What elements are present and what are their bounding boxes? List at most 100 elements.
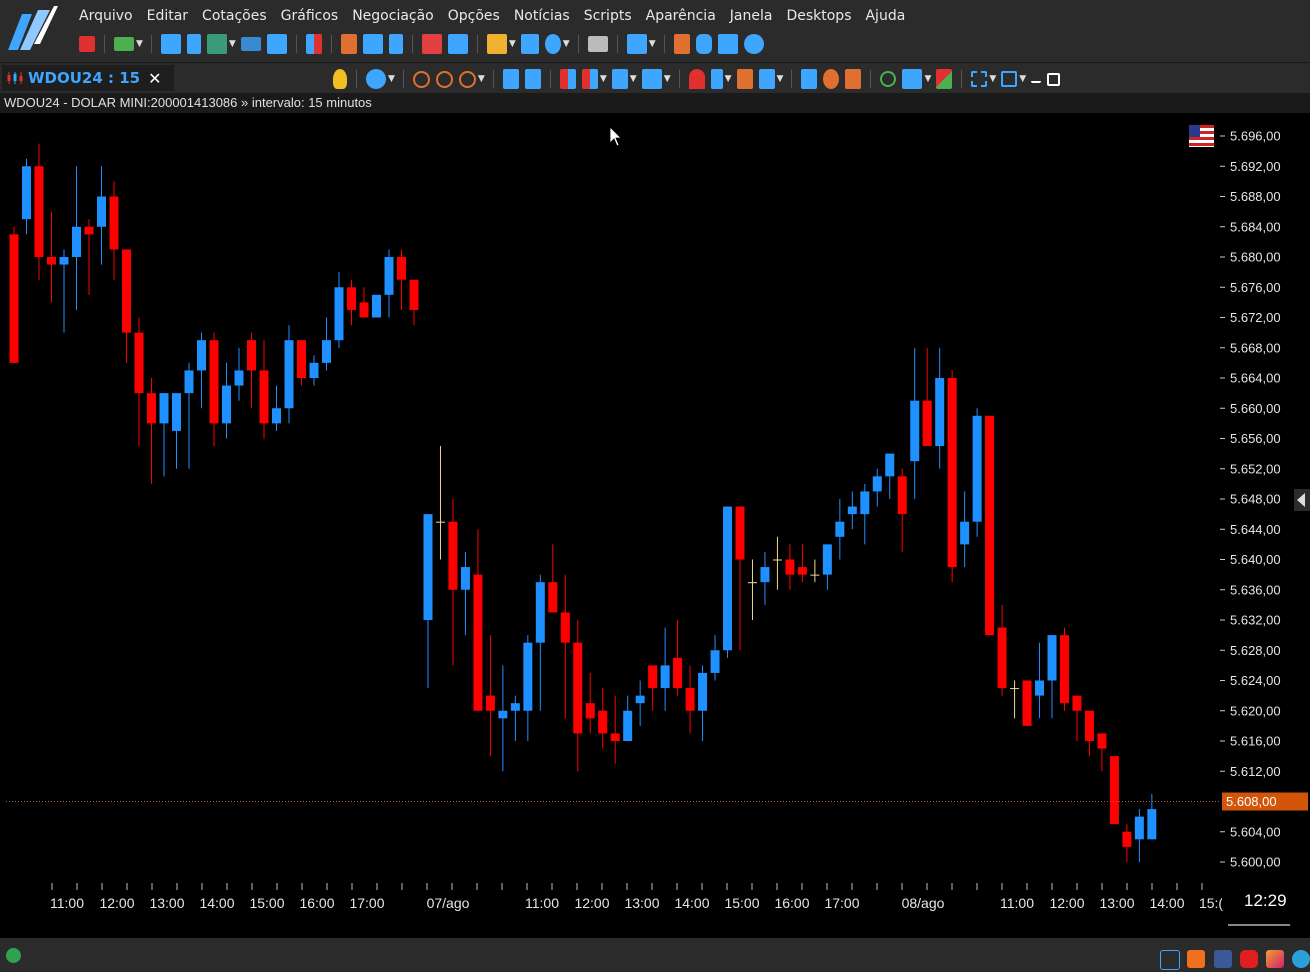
candle[interactable] bbox=[1084, 710, 1094, 757]
gear-icon[interactable] bbox=[823, 69, 840, 89]
candle[interactable] bbox=[247, 332, 256, 409]
candle[interactable] bbox=[660, 627, 670, 711]
candle[interactable] bbox=[259, 340, 269, 439]
fit-icon[interactable] bbox=[971, 71, 988, 87]
user-icon[interactable] bbox=[544, 34, 561, 54]
candle[interactable] bbox=[922, 347, 932, 447]
candle[interactable] bbox=[822, 544, 832, 590]
expand-icon[interactable] bbox=[1001, 71, 1018, 87]
chevron-down-icon[interactable]: ▼ bbox=[649, 39, 656, 49]
close-icon[interactable]: ✕ bbox=[148, 69, 161, 88]
candle[interactable] bbox=[985, 415, 995, 636]
candle[interactable] bbox=[1109, 756, 1119, 825]
money-icon[interactable] bbox=[114, 37, 134, 51]
chevron-down-icon[interactable]: ▼ bbox=[509, 39, 516, 49]
candle[interactable] bbox=[673, 620, 683, 696]
candle[interactable] bbox=[498, 665, 508, 772]
profit-logo-icon[interactable] bbox=[1160, 950, 1180, 970]
candle[interactable] bbox=[234, 347, 244, 401]
zoom-out-icon[interactable] bbox=[435, 70, 453, 88]
candle[interactable] bbox=[897, 468, 907, 552]
candle[interactable] bbox=[435, 446, 445, 560]
candle[interactable] bbox=[272, 385, 281, 431]
wrench-icon[interactable] bbox=[758, 69, 775, 89]
candle[interactable] bbox=[860, 483, 870, 545]
color-scheme-icon[interactable] bbox=[936, 69, 953, 89]
candle[interactable] bbox=[623, 695, 633, 741]
candle[interactable] bbox=[84, 219, 94, 295]
candle[interactable] bbox=[847, 491, 857, 530]
candle[interactable] bbox=[1035, 642, 1045, 719]
menu-editar[interactable]: Editar bbox=[140, 4, 195, 28]
chevron-down-icon[interactable]: ▼ bbox=[989, 74, 996, 84]
menu-desktops[interactable]: Desktops bbox=[779, 4, 858, 28]
chevron-down-icon[interactable]: ▼ bbox=[388, 74, 395, 84]
candle[interactable] bbox=[1059, 627, 1069, 711]
candle[interactable] bbox=[97, 166, 106, 265]
restore-icon[interactable] bbox=[1047, 72, 1061, 86]
candle[interactable] bbox=[347, 279, 356, 326]
minimize-icon[interactable] bbox=[1031, 75, 1042, 83]
strategy-icon[interactable] bbox=[845, 69, 862, 89]
menu-arquivo[interactable]: Arquivo bbox=[72, 4, 140, 28]
search-list-icon[interactable] bbox=[340, 34, 357, 54]
candle[interactable] bbox=[47, 211, 56, 303]
candle[interactable] bbox=[334, 272, 344, 348]
image-icon[interactable] bbox=[902, 69, 923, 89]
hammer-icon[interactable] bbox=[673, 34, 690, 54]
layout-icon[interactable] bbox=[266, 34, 287, 54]
menu-opcoes[interactable]: Opções bbox=[441, 4, 507, 28]
magnet-icon[interactable] bbox=[688, 69, 705, 89]
menu-janela[interactable]: Janela bbox=[723, 4, 780, 28]
candle[interactable] bbox=[384, 249, 394, 318]
facebook-icon[interactable] bbox=[1214, 950, 1232, 968]
candle[interactable] bbox=[910, 347, 920, 499]
candle[interactable] bbox=[460, 551, 470, 636]
candle[interactable] bbox=[810, 559, 820, 583]
candle[interactable] bbox=[172, 393, 181, 469]
menu-scripts[interactable]: Scripts bbox=[577, 4, 639, 28]
ticks-icon[interactable] bbox=[305, 34, 322, 54]
candlestick-chart[interactable]: 5.696,00 5.692,00 5.688,00 5.684,00 5.680,00… bbox=[0, 113, 1310, 938]
chevron-down-icon[interactable]: ▼ bbox=[725, 74, 732, 84]
zoom-icon[interactable] bbox=[458, 70, 476, 88]
candle[interactable] bbox=[134, 317, 144, 447]
candle[interactable] bbox=[598, 688, 608, 749]
candle[interactable] bbox=[935, 347, 945, 469]
window-icon[interactable] bbox=[362, 34, 383, 54]
database-user-icon[interactable] bbox=[626, 34, 647, 54]
candle[interactable] bbox=[972, 408, 982, 537]
instagram-icon[interactable] bbox=[1266, 950, 1284, 968]
candle[interactable] bbox=[872, 468, 882, 507]
text-tool-icon[interactable] bbox=[801, 69, 818, 89]
crosshair-icon[interactable] bbox=[710, 69, 723, 89]
candle[interactable] bbox=[735, 506, 745, 651]
candle[interactable] bbox=[947, 370, 957, 583]
candle[interactable] bbox=[523, 635, 533, 741]
candle[interactable] bbox=[610, 695, 620, 764]
candle[interactable] bbox=[797, 544, 807, 583]
chevron-down-icon[interactable]: ▼ bbox=[630, 74, 637, 84]
candle[interactable] bbox=[184, 362, 194, 469]
candle[interactable] bbox=[222, 362, 231, 439]
menu-ajuda[interactable]: Ajuda bbox=[858, 4, 912, 28]
candle[interactable] bbox=[147, 378, 156, 484]
candle[interactable] bbox=[322, 317, 331, 371]
menu-negociacao[interactable]: Negociação bbox=[345, 4, 441, 28]
candle[interactable] bbox=[397, 249, 406, 310]
candle[interactable] bbox=[359, 287, 369, 318]
collapse-panel-icon[interactable] bbox=[1294, 489, 1310, 511]
candle[interactable] bbox=[297, 340, 306, 386]
candle[interactable] bbox=[284, 325, 294, 424]
menu-graficos[interactable]: Gráficos bbox=[274, 4, 346, 28]
candle[interactable] bbox=[1010, 680, 1020, 719]
menu-cotacoes[interactable]: Cotações bbox=[195, 4, 274, 28]
candle[interactable] bbox=[473, 529, 483, 711]
chevron-down-icon[interactable]: ▼ bbox=[777, 74, 784, 84]
candle[interactable] bbox=[72, 166, 81, 310]
candle[interactable] bbox=[9, 226, 19, 363]
candle[interactable] bbox=[59, 249, 69, 333]
lightbulb-icon[interactable] bbox=[333, 69, 347, 89]
bar-chart-icon[interactable] bbox=[520, 34, 539, 54]
price-chart[interactable]: 5.696,00 5.692,00 5.688,00 5.684,00 5.680,00… bbox=[0, 113, 1310, 938]
